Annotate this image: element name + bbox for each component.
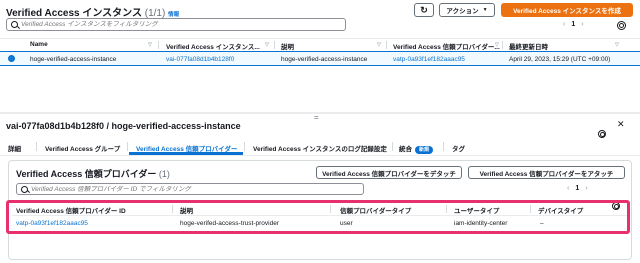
detach-provider-button[interactable]: Verified Access 信頼プロバイダーをデタッチ bbox=[316, 166, 462, 179]
tab-integration[interactable]: 統合 新規 bbox=[399, 143, 434, 154]
providers-title-text: Verified Access 信頼プロバイダー bbox=[16, 169, 157, 179]
tab-details[interactable]: 詳細 bbox=[8, 143, 21, 153]
tab-separator bbox=[36, 142, 37, 151]
caret-down-icon: ▼ bbox=[482, 7, 488, 13]
refresh-icon: ↻ bbox=[420, 4, 428, 15]
provider-search[interactable] bbox=[16, 183, 364, 195]
next-page-icon[interactable]: › bbox=[585, 185, 587, 192]
tab-separator bbox=[127, 142, 128, 151]
search-icon bbox=[21, 185, 28, 193]
provider-page-number[interactable]: 1 bbox=[575, 185, 579, 192]
prev-page-icon[interactable]: ‹ bbox=[567, 185, 569, 192]
col-updated[interactable]: 最終更新日時 bbox=[509, 41, 548, 51]
refresh-button[interactable]: ↻ bbox=[414, 3, 434, 17]
page-title: Verified Access インスタンス (1/1) 情報 bbox=[6, 4, 179, 19]
tab-integration-label: 統合 bbox=[399, 146, 412, 153]
sort-icon[interactable]: ▽ bbox=[615, 42, 619, 48]
detach-label: Verified Access 信頼プロバイダーをデタッチ bbox=[322, 170, 456, 178]
column-separator bbox=[502, 41, 503, 49]
row-name: hoge-verified-access-instance bbox=[30, 56, 117, 63]
tab-logging[interactable]: Verified Access インスタンスのログ記録設定 bbox=[253, 143, 387, 153]
tab-separator bbox=[244, 142, 245, 151]
col-name[interactable]: Name bbox=[30, 41, 48, 48]
column-separator bbox=[386, 41, 387, 49]
tab-groups[interactable]: Verified Access グループ bbox=[45, 143, 120, 153]
page-number[interactable]: 1 bbox=[571, 21, 575, 28]
column-separator bbox=[158, 41, 159, 49]
detail-settings-icon[interactable] bbox=[598, 130, 606, 138]
search-icon bbox=[11, 21, 18, 28]
create-instance-label: Verified Access インスタンスを作成 bbox=[513, 8, 621, 15]
detail-title: vai-077fa08d1b4b128f0 / hoge-verified-ac… bbox=[6, 121, 241, 131]
sort-icon[interactable]: ▽ bbox=[148, 42, 152, 48]
providers-count: (1) bbox=[158, 169, 170, 179]
col-instance-id[interactable]: Verified Access インスタンス... bbox=[166, 41, 260, 51]
sort-icon[interactable]: ▽ bbox=[377, 42, 381, 48]
col-provider[interactable]: Verified Access 信頼プロバイダー... bbox=[393, 41, 500, 51]
row-provider-link[interactable]: vatp-0a93f1ef182aaac95 bbox=[393, 56, 465, 63]
attach-label: Verified Access 信頼プロバイダーをアタッチ bbox=[479, 170, 614, 178]
active-tab-indicator bbox=[129, 152, 243, 155]
sort-icon[interactable]: ▽ bbox=[495, 42, 499, 48]
col-description[interactable]: 説明 bbox=[281, 41, 294, 51]
create-instance-button[interactable]: Verified Access インスタンスを作成 bbox=[501, 3, 633, 17]
action-dropdown[interactable]: アクション ▼ bbox=[439, 3, 495, 17]
tab-separator bbox=[392, 142, 393, 151]
provider-search-input[interactable] bbox=[31, 185, 363, 193]
split-divider[interactable] bbox=[0, 112, 640, 114]
tab-separator bbox=[443, 142, 444, 151]
highlight-annotation bbox=[6, 200, 630, 234]
prev-page-icon[interactable]: ‹ bbox=[563, 21, 565, 28]
row-description: hoge-verified-access-instance bbox=[281, 56, 368, 63]
column-separator bbox=[274, 41, 275, 49]
row-instance-id-link[interactable]: vai-077fa08d1b4b128f0 bbox=[166, 56, 234, 63]
attach-provider-button[interactable]: Verified Access 信頼プロバイダーをアタッチ bbox=[468, 166, 625, 179]
row-radio-selected[interactable] bbox=[8, 55, 15, 62]
tab-tags[interactable]: タグ bbox=[452, 143, 465, 153]
instance-search-input[interactable] bbox=[21, 21, 345, 28]
pager: ‹ 1 › bbox=[563, 21, 584, 28]
provider-pager: ‹ 1 › bbox=[567, 185, 588, 192]
resize-handle-icon[interactable]: = bbox=[314, 113, 319, 122]
row-updated: April 29, 2023, 15:29 (UTC +09:00) bbox=[509, 56, 611, 63]
close-icon[interactable]: ✕ bbox=[617, 119, 625, 130]
tabs-divider bbox=[0, 155, 640, 156]
table-row[interactable]: hoge-verified-access-instance vai-077fa0… bbox=[0, 51, 640, 66]
action-label: アクション bbox=[446, 8, 479, 15]
instance-search[interactable] bbox=[6, 18, 346, 31]
sort-icon[interactable]: ▽ bbox=[265, 42, 269, 48]
settings-gear-icon[interactable] bbox=[617, 21, 626, 30]
table-divider bbox=[0, 38, 640, 39]
new-badge: 新規 bbox=[415, 146, 434, 154]
providers-title: Verified Access 信頼プロバイダー (1) bbox=[16, 167, 170, 180]
next-page-icon[interactable]: › bbox=[581, 21, 583, 28]
